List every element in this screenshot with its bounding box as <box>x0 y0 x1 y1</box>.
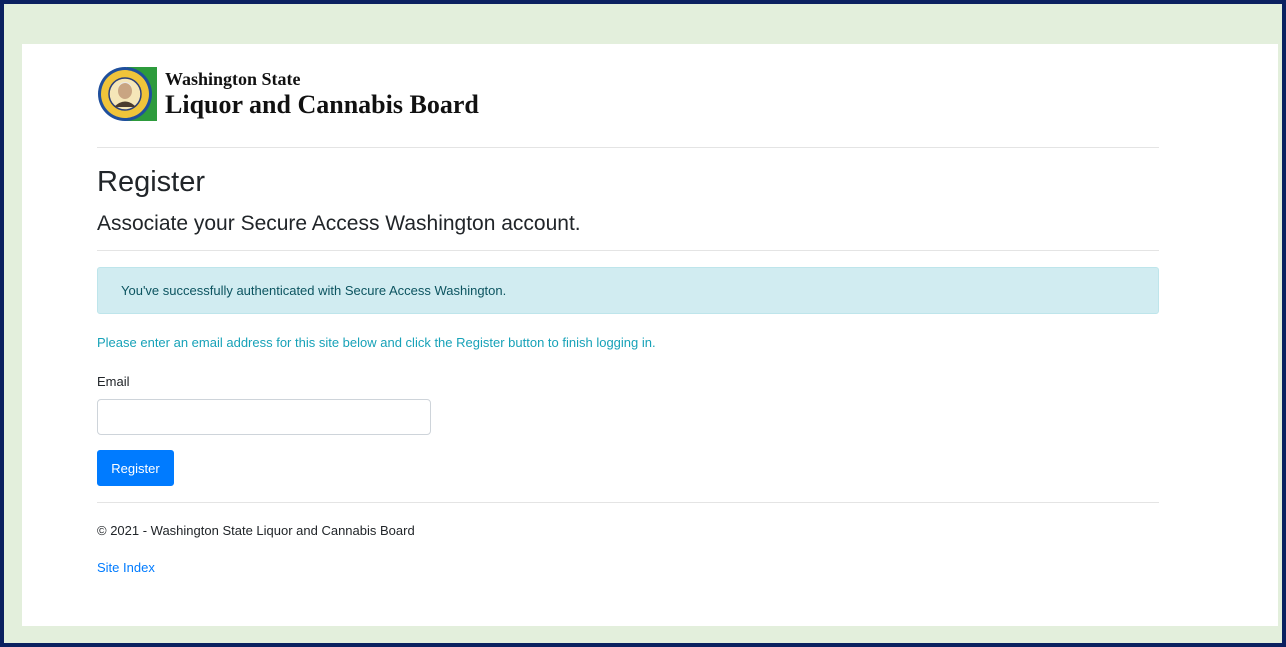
page-title: Register <box>97 166 205 198</box>
footer-divider <box>97 502 1159 503</box>
alert-text: You've successfully authenticated with S… <box>121 283 507 298</box>
page-subtitle: Associate your Secure Access Washington … <box>97 212 581 235</box>
state-seal-icon <box>97 64 159 124</box>
email-input[interactable] <box>97 399 431 435</box>
email-label: Email <box>97 374 130 389</box>
copyright-text: © 2021 - Washington State Liquor and Can… <box>97 523 415 538</box>
logo-line-1: Washington State <box>165 69 301 89</box>
register-button[interactable]: Register <box>97 450 174 486</box>
window-frame: Washington State Liquor and Cannabis Boa… <box>0 0 1286 647</box>
site-index-link[interactable]: Site Index <box>97 560 155 575</box>
site-logo[interactable]: Washington State Liquor and Cannabis Boa… <box>97 64 479 124</box>
page-content: Washington State Liquor and Cannabis Boa… <box>22 44 1278 626</box>
instructions-text: Please enter an email address for this s… <box>97 335 656 350</box>
title-divider <box>97 250 1159 251</box>
logo-line-2: Liquor and Cannabis Board <box>165 90 479 119</box>
seal-icon <box>98 67 152 121</box>
header-divider <box>97 147 1159 148</box>
logo-text: Washington State Liquor and Cannabis Boa… <box>165 70 479 118</box>
success-alert: You've successfully authenticated with S… <box>97 267 1159 314</box>
